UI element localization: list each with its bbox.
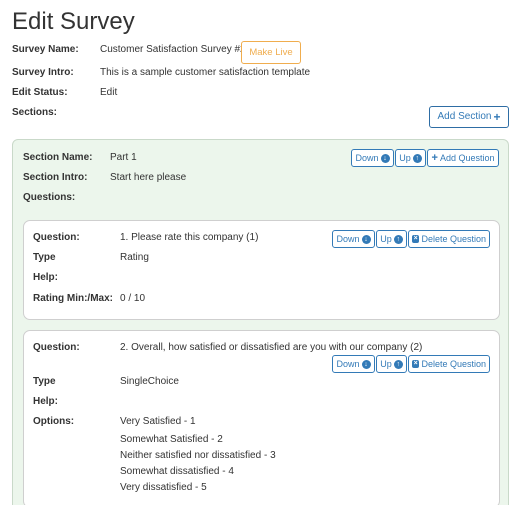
type-label: Type xyxy=(33,252,56,263)
survey-intro-value: This is a sample customer satisfaction t… xyxy=(100,67,311,78)
question-text: 2. Overall, how satisfied or dissatisfie… xyxy=(120,342,423,353)
section-questions-label: Questions: xyxy=(23,192,76,203)
delete-question-label: Delete Question xyxy=(421,234,486,244)
add-question-button[interactable]: + Add Question xyxy=(427,149,499,167)
question-card-2: Question: 2. Overall, how satisfied or d… xyxy=(23,330,500,505)
page-title: Edit Survey xyxy=(12,8,135,35)
type-value: SingleChoice xyxy=(120,376,179,387)
arrow-up-circle-icon: ↑ xyxy=(412,153,422,163)
plus-icon: + xyxy=(431,152,438,164)
sections-label: Sections: xyxy=(12,107,58,118)
add-question-label: Add Question xyxy=(439,153,495,163)
add-section-button[interactable]: Add Section + xyxy=(429,106,509,128)
rating-range-value: 0 / 10 xyxy=(120,293,146,304)
section-up-button[interactable]: Up ↑ xyxy=(395,149,426,167)
make-live-label: Make Live xyxy=(249,46,293,58)
delete-icon: × xyxy=(412,360,420,368)
edit-status-value: Edit xyxy=(100,87,118,98)
type-label: Type xyxy=(33,376,56,387)
section-panel: Section Name: Part 1 Section Intro: Star… xyxy=(12,139,509,505)
delete-question-button[interactable]: × Delete Question xyxy=(408,230,490,248)
section-name-label: Section Name: xyxy=(23,152,93,163)
option-item: Very dissatisfied - 5 xyxy=(120,482,207,493)
option-item: Neither satisfied nor dissatisfied - 3 xyxy=(120,450,276,461)
section-down-label: Down xyxy=(355,153,379,163)
arrow-down-circle-icon: ↓ xyxy=(361,359,371,369)
option-item: Somewhat dissatisfied - 4 xyxy=(120,466,234,477)
question-card-1: Question: 1. Please rate this company (1… xyxy=(23,220,500,320)
delete-icon: × xyxy=(412,235,420,243)
question-text: 1. Please rate this company (1) xyxy=(120,232,259,243)
delete-question-button[interactable]: × Delete Question xyxy=(408,355,490,373)
arrow-down-circle-icon: ↓ xyxy=(361,234,371,244)
options-label: Options: xyxy=(33,416,75,427)
question-label: Question: xyxy=(33,342,80,353)
arrow-down-circle-icon: ↓ xyxy=(380,153,390,163)
survey-intro-label: Survey Intro: xyxy=(12,67,74,78)
survey-name-value: Customer Satisfaction Survey #2 xyxy=(100,44,246,55)
section-name-value: Part 1 xyxy=(110,152,137,163)
section-intro-label: Section Intro: xyxy=(23,172,88,183)
delete-question-label: Delete Question xyxy=(421,359,486,369)
rating-range-label: Rating Min:/Max: xyxy=(33,293,113,304)
question-down-label: Down xyxy=(336,234,360,244)
section-down-button[interactable]: Down ↓ xyxy=(351,149,394,167)
arrow-up-circle-icon: ↑ xyxy=(393,234,403,244)
question-down-label: Down xyxy=(336,359,360,369)
section-intro-value: Start here please xyxy=(110,172,187,183)
option-item: Very Satisfied - 1 xyxy=(120,416,196,427)
arrow-up-circle-icon: ↑ xyxy=(393,359,403,369)
help-label: Help: xyxy=(33,396,58,407)
survey-name-label: Survey Name: xyxy=(12,44,79,55)
section-up-label: Up xyxy=(399,153,411,163)
make-live-button[interactable]: Make Live xyxy=(241,41,301,64)
plus-icon: + xyxy=(493,110,501,124)
options-list: Somewhat Satisfied - 2 Neither satisfied… xyxy=(120,432,276,496)
question-down-button[interactable]: Down ↓ xyxy=(332,230,375,248)
add-section-label: Add Section xyxy=(437,111,492,122)
question-up-button[interactable]: Up ↑ xyxy=(376,355,407,373)
question-up-label: Up xyxy=(380,359,392,369)
type-value: Rating xyxy=(120,252,149,263)
question-up-button[interactable]: Up ↑ xyxy=(376,230,407,248)
question-up-label: Up xyxy=(380,234,392,244)
question-down-button[interactable]: Down ↓ xyxy=(332,355,375,373)
help-label: Help: xyxy=(33,272,58,283)
question-label: Question: xyxy=(33,232,80,243)
option-item: Somewhat Satisfied - 2 xyxy=(120,434,223,445)
edit-status-label: Edit Status: xyxy=(12,87,68,98)
